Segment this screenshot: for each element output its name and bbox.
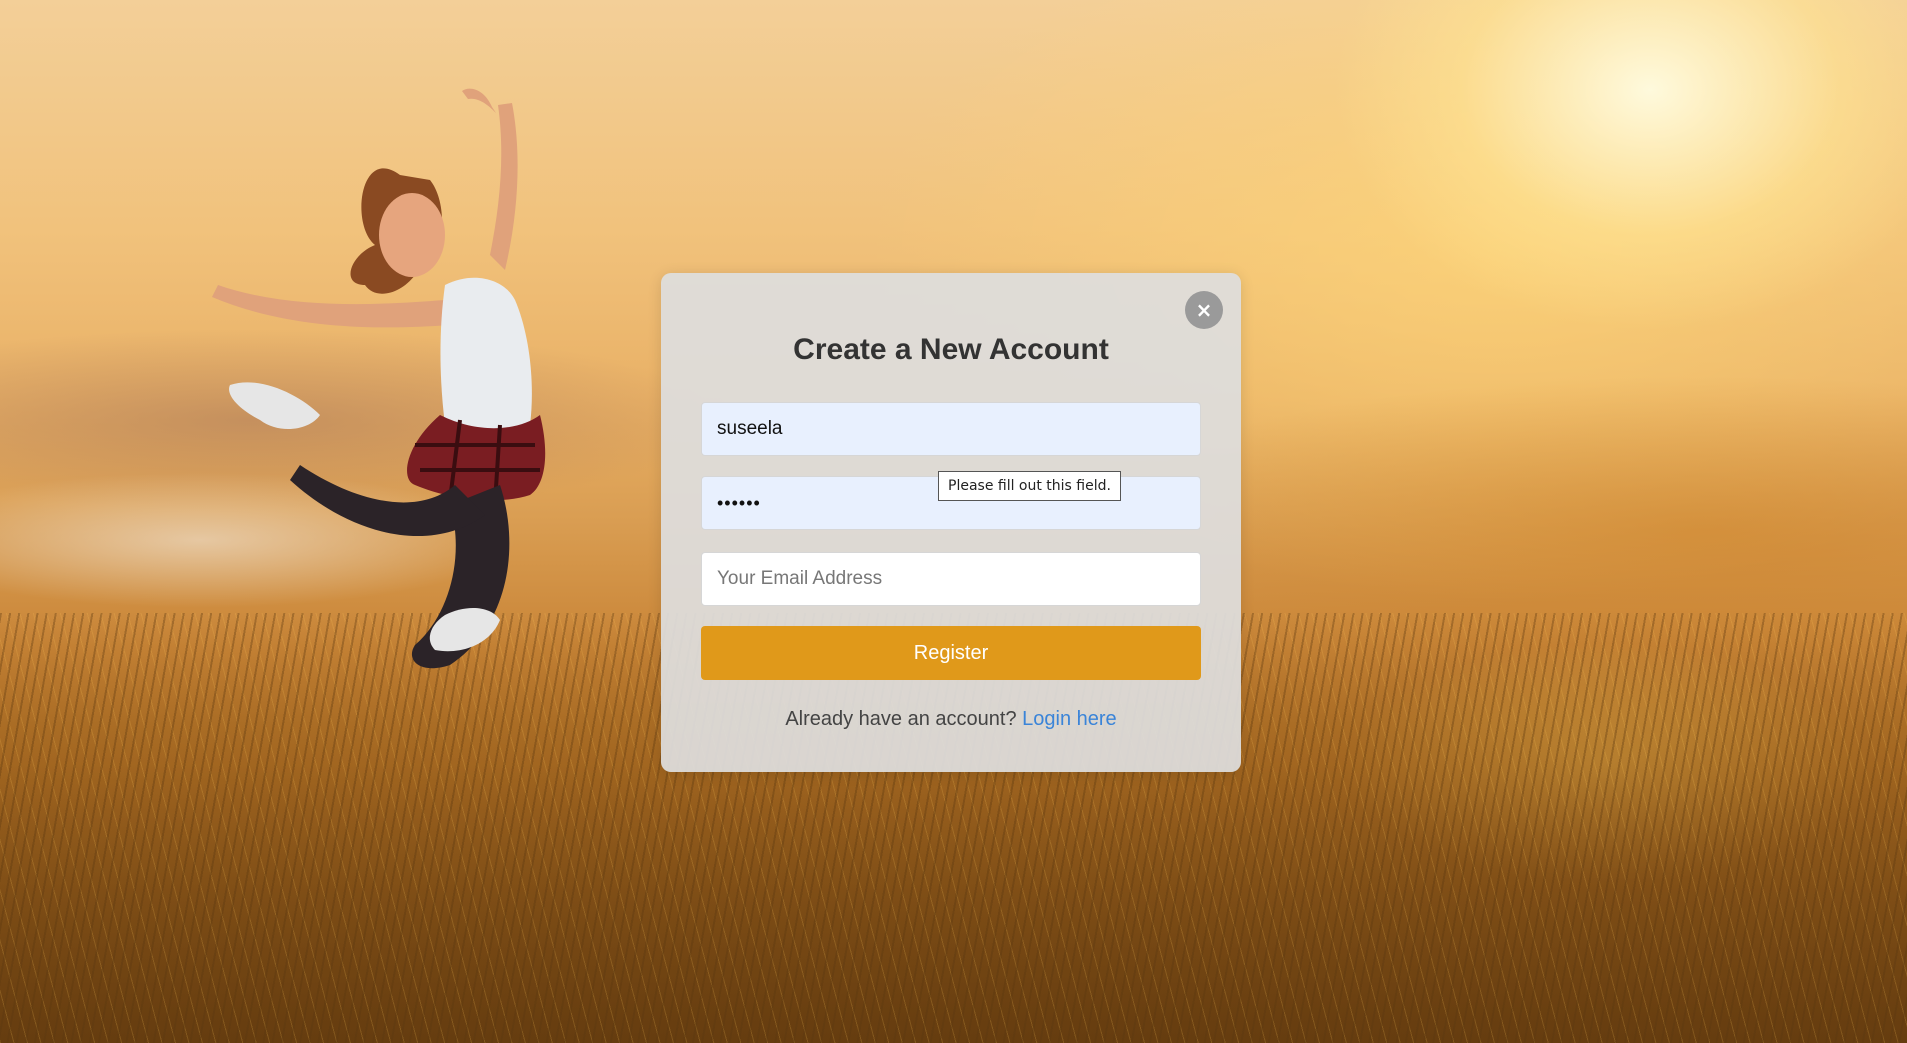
close-button[interactable]: × <box>1185 291 1223 329</box>
login-prompt-line: Already have an account? Login here <box>661 708 1241 731</box>
close-icon: × <box>1195 298 1213 322</box>
validation-tooltip: Please fill out this field. <box>938 471 1121 501</box>
login-link[interactable]: Login here <box>1022 708 1117 730</box>
login-prompt-text: Already have an account? <box>785 708 1023 730</box>
username-input[interactable] <box>701 402 1201 456</box>
modal-title: Create a New Account <box>793 333 1109 366</box>
email-input[interactable] <box>701 552 1201 606</box>
register-button[interactable]: Register <box>701 626 1201 680</box>
register-modal: × Create a New Account Register Already … <box>661 273 1241 772</box>
